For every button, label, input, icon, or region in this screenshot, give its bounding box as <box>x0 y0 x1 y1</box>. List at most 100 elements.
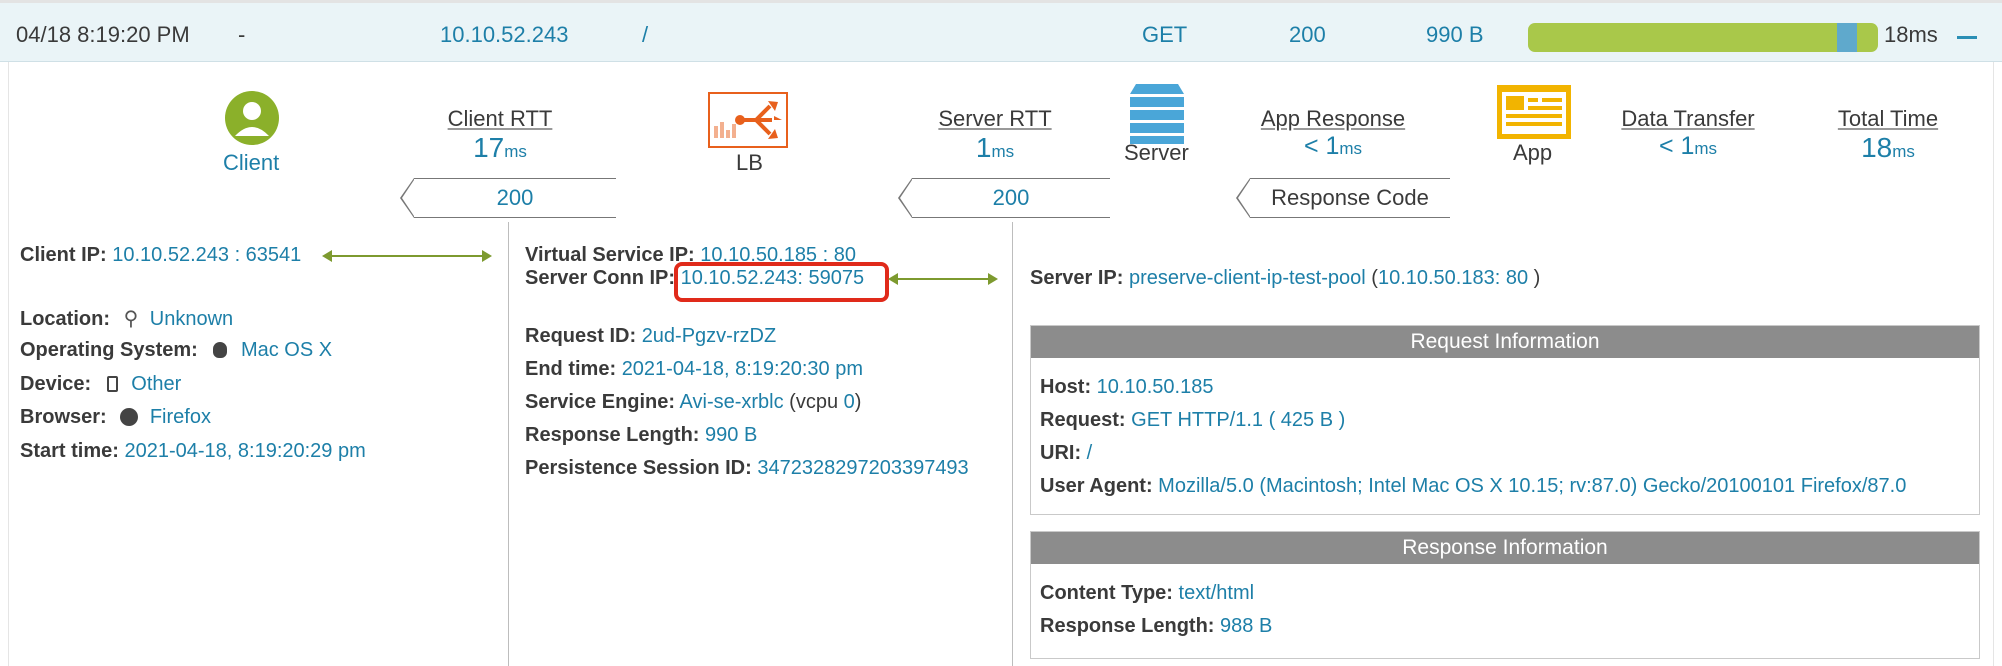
user-agent-value[interactable]: Mozilla/5.0 (Macintosh; Intel Mac OS X 1… <box>1158 475 1906 497</box>
tag-arrow-icon <box>400 178 414 218</box>
os-label: Operating System: <box>20 339 198 361</box>
start-time-row: Start time: 2021-04-18, 8:19:20:29 pm <box>20 440 366 463</box>
server-response-code: 200 <box>992 185 1030 210</box>
lb-server-connection-arrow <box>888 273 998 285</box>
log-timestamp: 04/18 8:19:20 PM <box>16 22 190 47</box>
total-time-metric: Total Time 18ms <box>1818 106 1958 164</box>
request-id-value[interactable]: 2ud-Pgzv-rzDZ <box>642 325 776 347</box>
response-information-title: Response Information <box>1031 532 1979 564</box>
apple-icon <box>213 342 228 358</box>
os-row: Operating System: Mac OS X <box>20 339 332 362</box>
persistence-session-row: Persistence Session ID: 3472328297203397… <box>525 457 969 480</box>
request-id-label: Request ID: <box>525 325 637 347</box>
device-row: Device: Other <box>20 373 181 396</box>
total-time-label: Total Time <box>1837 106 1939 131</box>
host-label: Host: <box>1040 376 1092 398</box>
service-engine-value[interactable]: Avi-se-xrblc <box>680 391 784 413</box>
device-label: Device: <box>20 373 92 395</box>
app-label: App <box>1513 140 1553 165</box>
vcpu-value: 0 <box>843 391 855 413</box>
uri-value[interactable]: / <box>1087 442 1093 464</box>
app-response-label: App Response <box>1260 106 1406 131</box>
server-ip-label: Server IP: <box>1030 267 1124 289</box>
service-engine-row: Service Engine: Avi-se-xrblc (vcpu 0) <box>525 391 861 414</box>
server-response-length-label: Response Length: <box>1040 615 1215 637</box>
app-icon <box>1497 85 1571 139</box>
log-status[interactable]: 200 <box>1289 22 1326 48</box>
total-time-unit: ms <box>1892 142 1915 161</box>
lb-response-length-value: 990 B <box>705 424 758 446</box>
content-type-value[interactable]: text/html <box>1179 582 1255 604</box>
request-id-row: Request ID: 2ud-Pgzv-rzDZ <box>525 325 776 348</box>
server-response-length-value: 988 B <box>1220 615 1273 637</box>
response-code-legend: Response Code <box>1236 178 1450 218</box>
persistence-session-label: Persistence Session ID: <box>525 457 752 479</box>
request-value[interactable]: GET HTTP/1.1 ( 425 B ) <box>1131 409 1345 431</box>
uri-row: URI: / <box>1040 442 1092 465</box>
os-value[interactable]: Mac OS X <box>241 339 332 361</box>
lb-response-length-label: Response Length: <box>525 424 700 446</box>
firefox-icon <box>120 408 139 426</box>
host-value[interactable]: 10.10.50.185 <box>1097 376 1214 398</box>
start-time-value: 2021-04-18, 8:19:20:29 pm <box>124 440 366 462</box>
start-time-label: Start time: <box>20 440 119 462</box>
duration-progress-bar <box>1528 23 1878 52</box>
log-uri[interactable]: / <box>642 22 648 48</box>
tag-arrow-icon <box>1236 178 1250 218</box>
client-rtt-label: Client RTT <box>447 106 553 131</box>
request-row: Request: GET HTTP/1.1 ( 425 B ) <box>1040 409 1345 432</box>
vcpu-suffix: ) <box>854 391 862 413</box>
server-ip-paren-open: ( <box>1371 267 1378 289</box>
server-pool-value[interactable]: preserve-client-ip-test-pool <box>1129 267 1366 289</box>
server-ip-value[interactable]: 10.10.50.183: 80 <box>1378 267 1528 289</box>
end-time-value: 2021-04-18, 8:19:20:30 pm <box>621 358 863 380</box>
client-response-code-tag: 200 <box>400 178 616 218</box>
client-ip-value[interactable]: 10.10.52.243 : 63541 <box>112 244 301 266</box>
location-pin-icon: ⚲ <box>123 308 139 330</box>
app-response-metric: App Response < 1ms <box>1253 106 1413 161</box>
request-information-title: Request Information <box>1031 326 1979 358</box>
browser-value[interactable]: Firefox <box>150 406 211 428</box>
server-rtt-metric: Server RTT 1ms <box>925 106 1065 164</box>
log-size[interactable]: 990 B <box>1426 22 1484 48</box>
server-conn-ip-label: Server Conn IP: <box>525 267 676 289</box>
tag-arrow-icon <box>898 178 912 218</box>
client-response-code: 200 <box>496 185 534 210</box>
lb-label: LB <box>736 150 763 175</box>
server-ip-paren-close: ) <box>1533 267 1541 289</box>
user-agent-row: User Agent: Mozilla/5.0 (Macintosh; Inte… <box>1040 475 1906 498</box>
collapse-icon[interactable] <box>1957 36 1977 39</box>
service-engine-label: Service Engine: <box>525 391 676 413</box>
request-label: Request: <box>1040 409 1126 431</box>
divider-client-lb <box>508 222 509 666</box>
request-information-box: Request Information Host: 10.10.50.185 R… <box>1030 325 1980 515</box>
location-value[interactable]: Unknown <box>150 308 233 330</box>
server-rtt-unit: ms <box>991 142 1015 161</box>
client-label: Client <box>223 150 280 175</box>
divider-lb-server <box>1012 222 1013 666</box>
client-rtt-unit: ms <box>504 142 527 161</box>
log-entry-header[interactable]: 04/18 8:19:20 PM - 10.10.52.243 / GET 20… <box>0 0 2002 62</box>
data-transfer-value: < 1 <box>1658 132 1695 160</box>
mobile-device-icon <box>106 376 118 392</box>
location-label: Location: <box>20 308 110 330</box>
total-time-value: 18 <box>1861 132 1893 163</box>
data-transfer-metric: Data Transfer < 1ms <box>1618 106 1758 161</box>
client-lb-connection-arrow <box>322 250 492 262</box>
server-ip-row: Server IP: preserve-client-ip-test-pool … <box>1030 267 1540 290</box>
log-method[interactable]: GET <box>1142 22 1187 48</box>
load-balancer-icon <box>708 92 788 148</box>
server-response-code-tag: 200 <box>898 178 1110 218</box>
log-duration: 18ms <box>1884 22 1938 47</box>
virtual-service-ip-label: Virtual Service IP: <box>525 244 695 266</box>
server-conn-ip-highlight <box>674 262 889 302</box>
vcpu-prefix: (vcpu <box>789 391 839 413</box>
location-row: Location: ⚲ Unknown <box>20 306 233 331</box>
client-rtt-metric: Client RTT 17ms <box>430 106 570 164</box>
uri-label: URI: <box>1040 442 1082 464</box>
user-agent-label: User Agent: <box>1040 475 1153 497</box>
device-value[interactable]: Other <box>131 373 181 395</box>
log-client-ip[interactable]: 10.10.52.243 <box>440 22 568 48</box>
server-icon <box>1130 84 1184 144</box>
app-response-value: < 1 <box>1303 132 1340 160</box>
